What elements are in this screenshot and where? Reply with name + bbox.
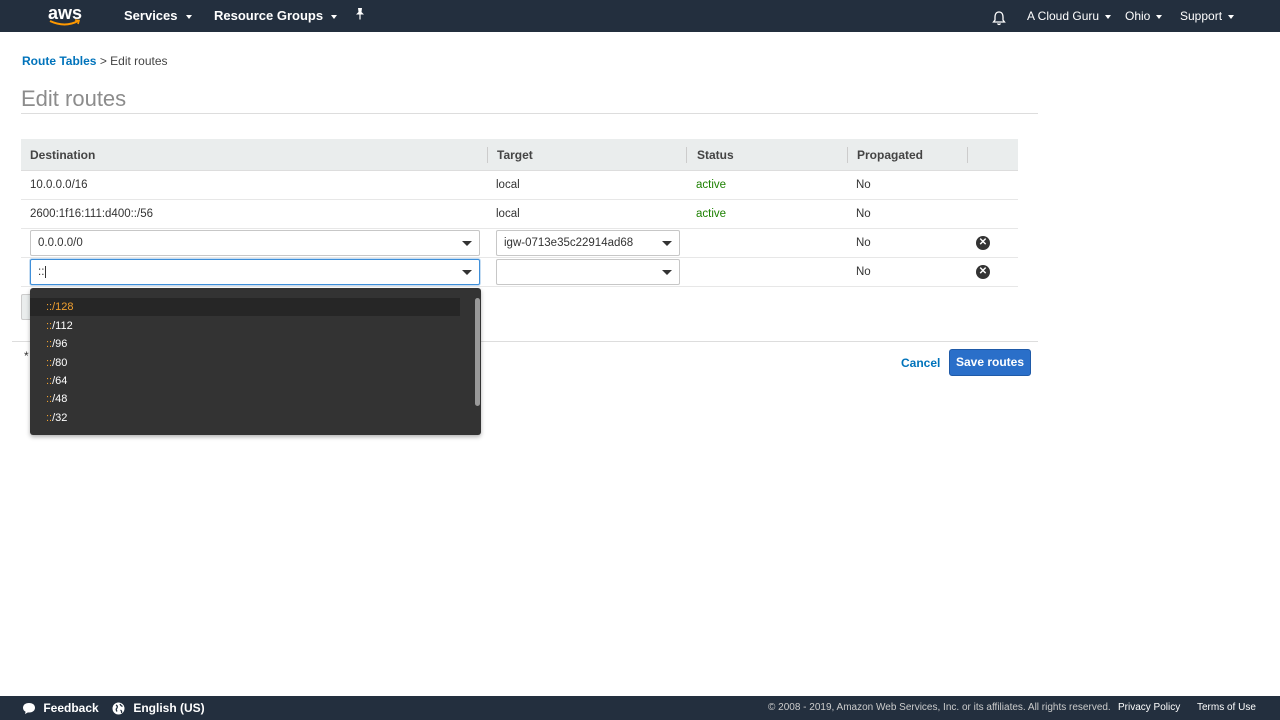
support-label: Support (1180, 9, 1223, 23)
status-cell: active (696, 208, 727, 220)
propagated-cell: No (856, 266, 871, 278)
suggestion-option[interactable]: ::/128 (30, 298, 460, 316)
region-label: Ohio (1125, 9, 1151, 23)
destination-suggestions-dropdown: ::/128 ::/112 ::/96 ::/80 ::/64 ::/48 ::… (30, 288, 481, 435)
destination-cell: 2600:1f16:111:d400::/56 (30, 208, 153, 220)
footer-bar: Feedback English (US) © 2008 - 2019, Ama… (0, 696, 1280, 720)
region-menu[interactable]: Ohio (1125, 0, 1163, 32)
services-label: Services (124, 8, 178, 23)
account-menu[interactable]: A Cloud Guru (1027, 0, 1112, 32)
editable-route-row: 0.0.0.0/0 igw-0713e35c22914ad68 No ✕ (21, 229, 1018, 258)
column-header-status: Status (697, 148, 734, 162)
save-routes-button[interactable]: Save routes (949, 349, 1031, 376)
destination-value: 0.0.0.0/0 (38, 237, 83, 249)
routes-table: Destination Target Status Propagated 10.… (21, 139, 1018, 287)
propagated-cell: No (856, 208, 871, 220)
column-header-target: Target (497, 148, 533, 162)
pin-icon[interactable] (354, 1, 366, 33)
dropdown-arrow-icon[interactable] (662, 270, 672, 275)
editable-route-row: :: No ✕ (21, 258, 1018, 287)
table-row: 10.0.0.0/16 local active No (21, 171, 1018, 200)
globe-icon (112, 702, 125, 715)
language-label: English (US) (133, 701, 205, 715)
suggestion-option[interactable]: ::/112 (30, 317, 460, 335)
feedback-label: Feedback (43, 701, 99, 715)
dropdown-scrollbar[interactable] (475, 298, 480, 406)
target-value: igw-0713e35c22914ad68 (504, 237, 634, 249)
target-cell: local (496, 179, 520, 191)
account-label: A Cloud Guru (1027, 9, 1100, 23)
suggestion-option[interactable]: ::/32 (30, 409, 460, 427)
status-cell: active (696, 179, 727, 191)
copyright-text: © 2008 - 2019, Amazon Web Services, Inc.… (768, 702, 1111, 713)
speech-bubble-icon (23, 703, 35, 715)
propagated-cell: No (856, 179, 871, 191)
target-select[interactable] (496, 259, 680, 285)
breadcrumb-current: Edit routes (110, 54, 168, 68)
terms-of-use-link[interactable]: Terms of Use (1197, 696, 1256, 720)
cancel-button[interactable]: Cancel (901, 356, 940, 370)
aws-smile-icon (49, 19, 81, 26)
breadcrumb: Route Tables > Edit routes (22, 54, 168, 68)
column-divider (967, 147, 968, 163)
chevron-down-icon (1105, 14, 1112, 19)
services-menu[interactable]: Services (124, 0, 192, 32)
suggestion-option[interactable]: ::/64 (30, 372, 460, 390)
table-header: Destination Target Status Propagated (21, 139, 1018, 171)
dropdown-arrow-icon[interactable] (662, 241, 672, 246)
column-header-destination: Destination (30, 148, 96, 162)
text-cursor (45, 266, 47, 278)
chevron-down-icon (1228, 14, 1235, 19)
top-navigation-bar: aws Services Resource Groups A Cloud Gur… (0, 0, 1280, 32)
column-header-propagated: Propagated (857, 148, 924, 162)
resource-groups-label: Resource Groups (214, 8, 324, 23)
column-divider (686, 147, 687, 163)
destination-input[interactable]: :: (30, 259, 480, 285)
suggestion-option[interactable]: ::/96 (30, 335, 460, 353)
destination-cell: 10.0.0.0/16 (30, 179, 88, 191)
language-selector[interactable]: English (US) (112, 696, 205, 720)
page-title: Edit routes (21, 86, 127, 111)
feedback-button[interactable]: Feedback (22, 696, 99, 720)
table-row: 2600:1f16:111:d400::/56 local active No (21, 200, 1018, 229)
propagated-cell: No (856, 237, 871, 249)
support-menu[interactable]: Support (1180, 0, 1235, 32)
resource-groups-menu[interactable]: Resource Groups (214, 0, 338, 32)
column-divider (487, 147, 488, 163)
suggestion-option[interactable]: ::/48 (30, 390, 460, 408)
chevron-down-icon (1156, 14, 1163, 19)
aws-logo[interactable]: aws (48, 3, 84, 29)
target-select[interactable]: igw-0713e35c22914ad68 (496, 230, 680, 256)
breadcrumb-separator: > (99, 54, 107, 68)
required-note: * (24, 349, 29, 363)
bell-icon[interactable] (992, 1, 1006, 33)
privacy-policy-link[interactable]: Privacy Policy (1118, 696, 1180, 720)
destination-select[interactable]: 0.0.0.0/0 (30, 230, 480, 256)
remove-route-icon[interactable]: ✕ (976, 265, 990, 279)
remove-route-icon[interactable]: ✕ (976, 236, 990, 250)
column-divider (847, 147, 848, 163)
chevron-down-icon (331, 14, 338, 19)
dropdown-arrow-icon[interactable] (462, 270, 472, 275)
chevron-down-icon (185, 14, 192, 19)
dropdown-arrow-icon[interactable] (462, 241, 472, 246)
breadcrumb-route-tables-link[interactable]: Route Tables (22, 54, 96, 68)
destination-typed-value: :: (38, 266, 45, 278)
target-cell: local (496, 208, 520, 220)
title-divider (21, 113, 1038, 114)
suggestion-option[interactable]: ::/80 (30, 354, 460, 372)
